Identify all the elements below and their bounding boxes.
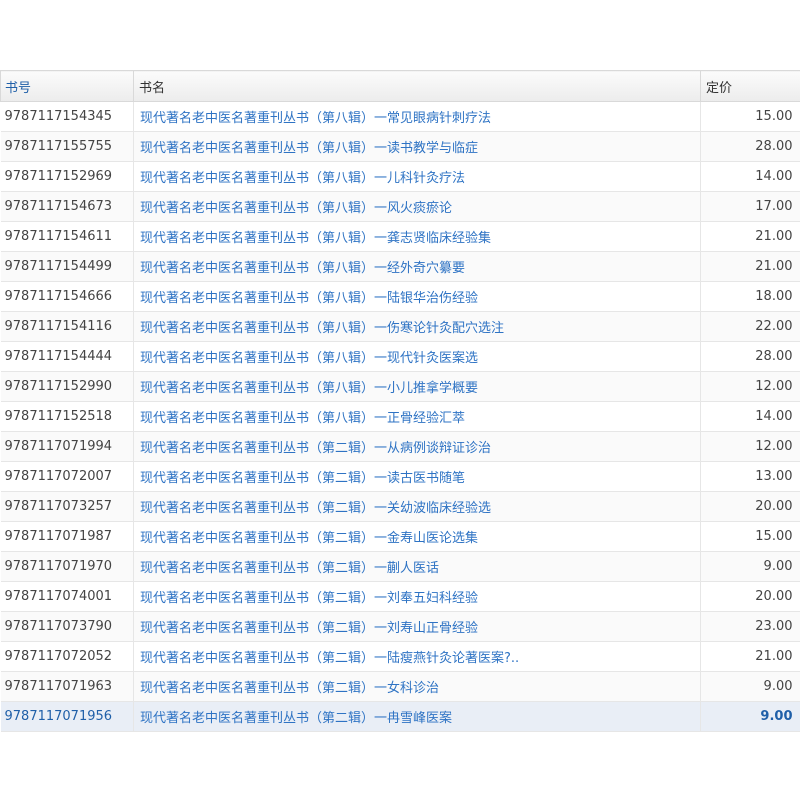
price-cell: 15.00 — [700, 101, 800, 132]
isbn-cell: 9787117152990 — [0, 371, 134, 402]
isbn-cell: 9787117154611 — [0, 221, 134, 252]
isbn-cell: 9787117154499 — [0, 251, 134, 282]
isbn-cell: 9787117072052 — [0, 641, 134, 672]
price-cell: 18.00 — [700, 281, 800, 312]
table-row[interactable]: 9787117154499 现代著名老中医名著重刊丛书（第八辑）一经外奇穴纂要 21… — [0, 251, 800, 282]
book-title-link[interactable]: 现代著名老中医名著重刊丛书（第二辑）一从病例谈辩证诊治 — [133, 431, 701, 462]
table-row[interactable]: 9787117152518 现代著名老中医名著重刊丛书（第八辑）一正骨经验汇萃 14… — [0, 401, 800, 432]
book-title-link[interactable]: 现代著名老中医名著重刊丛书（第二辑）一蒯人医话 — [133, 551, 701, 582]
table-row[interactable]: 9787117071987 现代著名老中医名著重刊丛书（第二辑）一金寿山医论选集 1… — [0, 521, 800, 552]
isbn-cell: 9787117155755 — [0, 131, 134, 162]
isbn-cell: 9787117073257 — [0, 491, 134, 522]
isbn-cell: 9787117152969 — [0, 161, 134, 192]
price-cell: 13.00 — [700, 461, 800, 492]
table-row[interactable]: 9787117155755 现代著名老中医名著重刊丛书（第八辑）一读书教学与临症 2… — [0, 131, 800, 162]
book-title-link[interactable]: 现代著名老中医名著重刊丛书（第二辑）一陆瘦燕针灸论著医案?.. — [133, 641, 701, 672]
table-row[interactable]: 9787117073257 现代著名老中医名著重刊丛书（第二辑）一关幼波临床经验选… — [0, 491, 800, 522]
price-cell: 28.00 — [700, 131, 800, 162]
isbn-cell: 9787117071970 — [0, 551, 134, 582]
price-cell: 9.00 — [700, 671, 800, 702]
price-cell: 14.00 — [700, 401, 800, 432]
table-row[interactable]: 9787117071970 现代著名老中医名著重刊丛书（第二辑）一蒯人医话 9.00 — [0, 551, 800, 582]
book-title-link[interactable]: 现代著名老中医名著重刊丛书（第八辑）一风火痰瘀论 — [133, 191, 701, 222]
price-cell: 28.00 — [700, 341, 800, 372]
table-row[interactable]: 9787117071956 现代著名老中医名著重刊丛书（第二辑）一冉雪峰医案 9.0… — [0, 701, 800, 732]
table-row[interactable]: 9787117152990 现代著名老中医名著重刊丛书（第八辑）一小儿推拿学概要 1… — [0, 371, 800, 402]
column-header-title[interactable]: 书名 — [133, 70, 701, 102]
book-title-link[interactable]: 现代著名老中医名著重刊丛书（第八辑）一儿科针灸疗法 — [133, 161, 701, 192]
price-cell: 12.00 — [700, 431, 800, 462]
isbn-cell: 9787117154116 — [0, 311, 134, 342]
price-cell: 21.00 — [700, 641, 800, 672]
book-title-link[interactable]: 现代著名老中医名著重刊丛书（第八辑）一现代针灸医案选 — [133, 341, 701, 372]
book-title-link[interactable]: 现代著名老中医名著重刊丛书（第二辑）一女科诊治 — [133, 671, 701, 702]
book-title-link[interactable]: 现代著名老中医名著重刊丛书（第八辑）一陆银华治伤经验 — [133, 281, 701, 312]
price-cell: 9.00 — [700, 701, 800, 732]
isbn-cell: 9787117071963 — [0, 671, 134, 702]
isbn-cell: 9787117071956 — [0, 701, 134, 732]
table-row[interactable]: 9787117154666 现代著名老中医名著重刊丛书（第八辑）一陆银华治伤经验 1… — [0, 281, 800, 312]
table-row[interactable]: 9787117154611 现代著名老中医名著重刊丛书（第八辑）一龚志贤临床经验集… — [0, 221, 800, 252]
book-title-link[interactable]: 现代著名老中医名著重刊丛书（第八辑）一伤寒论针灸配穴选注 — [133, 311, 701, 342]
table-header-row: 书号 书名 定价 — [0, 70, 800, 102]
table-row[interactable]: 9787117152969 现代著名老中医名著重刊丛书（第八辑）一儿科针灸疗法 14… — [0, 161, 800, 192]
book-title-link[interactable]: 现代著名老中医名著重刊丛书（第八辑）一经外奇穴纂要 — [133, 251, 701, 282]
isbn-cell: 9787117074001 — [0, 581, 134, 612]
book-title-link[interactable]: 现代著名老中医名著重刊丛书（第八辑）一读书教学与临症 — [133, 131, 701, 162]
book-title-link[interactable]: 现代著名老中医名著重刊丛书（第二辑）一读古医书随笔 — [133, 461, 701, 492]
isbn-cell: 9787117154666 — [0, 281, 134, 312]
price-cell: 21.00 — [700, 251, 800, 282]
table-row[interactable]: 9787117073790 现代著名老中医名著重刊丛书（第二辑）一刘寿山正骨经验 2… — [0, 611, 800, 642]
price-cell: 9.00 — [700, 551, 800, 582]
isbn-cell: 9787117071994 — [0, 431, 134, 462]
table-row[interactable]: 9787117072052 现代著名老中医名著重刊丛书（第二辑）一陆瘦燕针灸论著医… — [0, 641, 800, 672]
table-row[interactable]: 9787117071963 现代著名老中医名著重刊丛书（第二辑）一女科诊治 9.00 — [0, 671, 800, 702]
price-cell: 20.00 — [700, 581, 800, 612]
book-list-table: 书号 书名 定价 9787117154345 现代著名老中医名著重刊丛书（第八辑）… — [0, 70, 800, 732]
price-cell: 21.00 — [700, 221, 800, 252]
table-body: 9787117154345 现代著名老中医名著重刊丛书（第八辑）一常见眼病针刺疗法… — [0, 101, 800, 732]
book-title-link[interactable]: 现代著名老中医名著重刊丛书（第八辑）一龚志贤临床经验集 — [133, 221, 701, 252]
table-row[interactable]: 9787117071994 现代著名老中医名著重刊丛书（第二辑）一从病例谈辩证诊治… — [0, 431, 800, 462]
isbn-cell: 9787117072007 — [0, 461, 134, 492]
price-cell: 22.00 — [700, 311, 800, 342]
isbn-cell: 9787117154444 — [0, 341, 134, 372]
price-cell: 17.00 — [700, 191, 800, 222]
table-row[interactable]: 9787117154116 现代著名老中医名著重刊丛书（第八辑）一伤寒论针灸配穴选… — [0, 311, 800, 342]
isbn-cell: 9787117154345 — [0, 101, 134, 132]
isbn-cell: 9787117073790 — [0, 611, 134, 642]
price-cell: 23.00 — [700, 611, 800, 642]
book-title-link[interactable]: 现代著名老中医名著重刊丛书（第八辑）一小儿推拿学概要 — [133, 371, 701, 402]
book-title-link[interactable]: 现代著名老中医名著重刊丛书（第二辑）一关幼波临床经验选 — [133, 491, 701, 522]
isbn-cell: 9787117071987 — [0, 521, 134, 552]
price-cell: 15.00 — [700, 521, 800, 552]
book-title-link[interactable]: 现代著名老中医名著重刊丛书（第八辑）一常见眼病针刺疗法 — [133, 101, 701, 132]
book-list-table-container: 书号 书名 定价 9787117154345 现代著名老中医名著重刊丛书（第八辑）… — [0, 70, 800, 732]
price-cell: 12.00 — [700, 371, 800, 402]
table-row[interactable]: 9787117154444 现代著名老中医名著重刊丛书（第八辑）一现代针灸医案选 2… — [0, 341, 800, 372]
table-row[interactable]: 9787117154345 现代著名老中医名著重刊丛书（第八辑）一常见眼病针刺疗法… — [0, 101, 800, 132]
table-row[interactable]: 9787117154673 现代著名老中医名著重刊丛书（第八辑）一风火痰瘀论 17.… — [0, 191, 800, 222]
book-title-link[interactable]: 现代著名老中医名著重刊丛书（第二辑）一刘奉五妇科经验 — [133, 581, 701, 612]
table-row[interactable]: 9787117074001 现代著名老中医名著重刊丛书（第二辑）一刘奉五妇科经验 2… — [0, 581, 800, 612]
book-title-link[interactable]: 现代著名老中医名著重刊丛书（第二辑）一金寿山医论选集 — [133, 521, 701, 552]
table-row[interactable]: 9787117072007 现代著名老中医名著重刊丛书（第二辑）一读古医书随笔 13… — [0, 461, 800, 492]
column-header-isbn[interactable]: 书号 — [0, 70, 134, 102]
isbn-cell: 9787117154673 — [0, 191, 134, 222]
book-title-link[interactable]: 现代著名老中医名著重刊丛书（第二辑）一冉雪峰医案 — [133, 701, 701, 732]
book-title-link[interactable]: 现代著名老中医名著重刊丛书（第二辑）一刘寿山正骨经验 — [133, 611, 701, 642]
isbn-cell: 9787117152518 — [0, 401, 134, 432]
price-cell: 14.00 — [700, 161, 800, 192]
column-header-price[interactable]: 定价 — [700, 70, 800, 102]
price-cell: 20.00 — [700, 491, 800, 522]
book-title-link[interactable]: 现代著名老中医名著重刊丛书（第八辑）一正骨经验汇萃 — [133, 401, 701, 432]
